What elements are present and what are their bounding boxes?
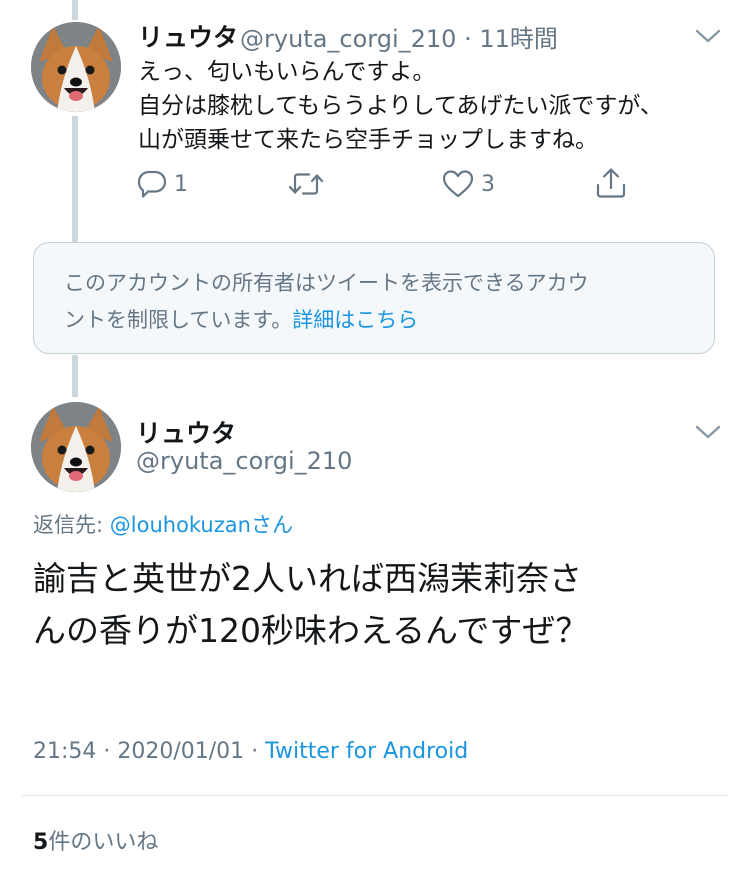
share-icon bbox=[596, 168, 626, 198]
reply-target-link[interactable]: @louhokuzan bbox=[110, 513, 251, 537]
likes-count: 5 bbox=[33, 830, 49, 855]
chevron-down-icon[interactable] bbox=[695, 424, 721, 440]
tweet-body: えっ、匂いもいらんですよ。 自分は膝枕してもらうよりしてあげたい派ですが、 山が… bbox=[138, 55, 663, 157]
reply-count: 1 bbox=[174, 171, 188, 197]
reply-prefix: 返信先: bbox=[33, 513, 110, 537]
handle-text[interactable]: @ryuta_corgi_210 bbox=[240, 25, 456, 53]
notice-line: ントを制限しています。詳細はこちら bbox=[64, 302, 684, 339]
notice-text: ントを制限しています。 bbox=[64, 308, 293, 332]
source-link[interactable]: Twitter for Android bbox=[265, 739, 468, 764]
retweet-action[interactable] bbox=[287, 168, 331, 200]
reply-suffix[interactable]: さん bbox=[251, 513, 293, 537]
time-ago[interactable]: 11時間 bbox=[479, 25, 558, 53]
tweet-line: 諭吉と英世が2人いれば西潟茉莉奈さ bbox=[33, 559, 582, 598]
timestamp: 21:54 · 2020/01/01 · bbox=[33, 739, 266, 764]
tweet-meta: 21:54 · 2020/01/01 · Twitter for Android bbox=[33, 739, 468, 764]
display-name[interactable]: リュウタ bbox=[136, 414, 236, 450]
thread-line-top bbox=[72, 0, 78, 20]
share-action[interactable] bbox=[594, 166, 628, 200]
learn-more-link[interactable]: 詳細はこちら bbox=[292, 308, 418, 332]
handle[interactable]: @ryuta_corgi_210 bbox=[136, 447, 352, 475]
thread-line-bottom bbox=[72, 355, 78, 397]
thread-line-middle bbox=[72, 116, 78, 242]
reply-action[interactable]: 1 bbox=[136, 168, 188, 200]
handle[interactable]: @ryuta_corgi_210 · 11時間 bbox=[240, 19, 558, 54]
corgi-avatar-image bbox=[31, 22, 121, 112]
chevron-down-icon[interactable] bbox=[695, 28, 721, 44]
protected-account-notice: このアカウントの所有者はツイートを表示できるアカウ ントを制限しています。詳細は… bbox=[33, 242, 715, 354]
tweet-line: 山が頭乗せて来たら空手チョップしますね。 bbox=[138, 127, 598, 153]
retweet-icon bbox=[288, 173, 324, 195]
display-name[interactable]: リュウタ bbox=[138, 18, 238, 54]
like-action[interactable]: 3 bbox=[441, 168, 495, 200]
like-count: 3 bbox=[481, 171, 495, 197]
avatar[interactable] bbox=[31, 22, 121, 112]
separator-dot: · bbox=[464, 25, 472, 53]
likes-label: 件のいいね bbox=[48, 830, 159, 855]
corgi-avatar-image bbox=[31, 402, 121, 492]
divider bbox=[22, 795, 728, 796]
notice-line: このアカウントの所有者はツイートを表示できるアカウ bbox=[64, 271, 589, 295]
reply-icon bbox=[137, 170, 167, 198]
likes-count-link[interactable]: 5件のいいね bbox=[33, 824, 158, 856]
tweet-line: んの香りが120秒味わえるんですぜ？ bbox=[33, 611, 589, 650]
heart-icon bbox=[442, 170, 474, 198]
tweet-line: えっ、匂いもいらんですよ。 bbox=[138, 59, 436, 85]
tweet-line: 自分は膝枕してもらうよりしてあげたい派ですが、 bbox=[138, 93, 663, 119]
reply-to: 返信先: @louhokuzanさん bbox=[33, 509, 293, 539]
avatar[interactable] bbox=[31, 402, 121, 492]
main-tweet-body: 諭吉と英世が2人いれば西潟茉莉奈さ んの香りが120秒味わえるんですぜ？ bbox=[33, 553, 588, 657]
